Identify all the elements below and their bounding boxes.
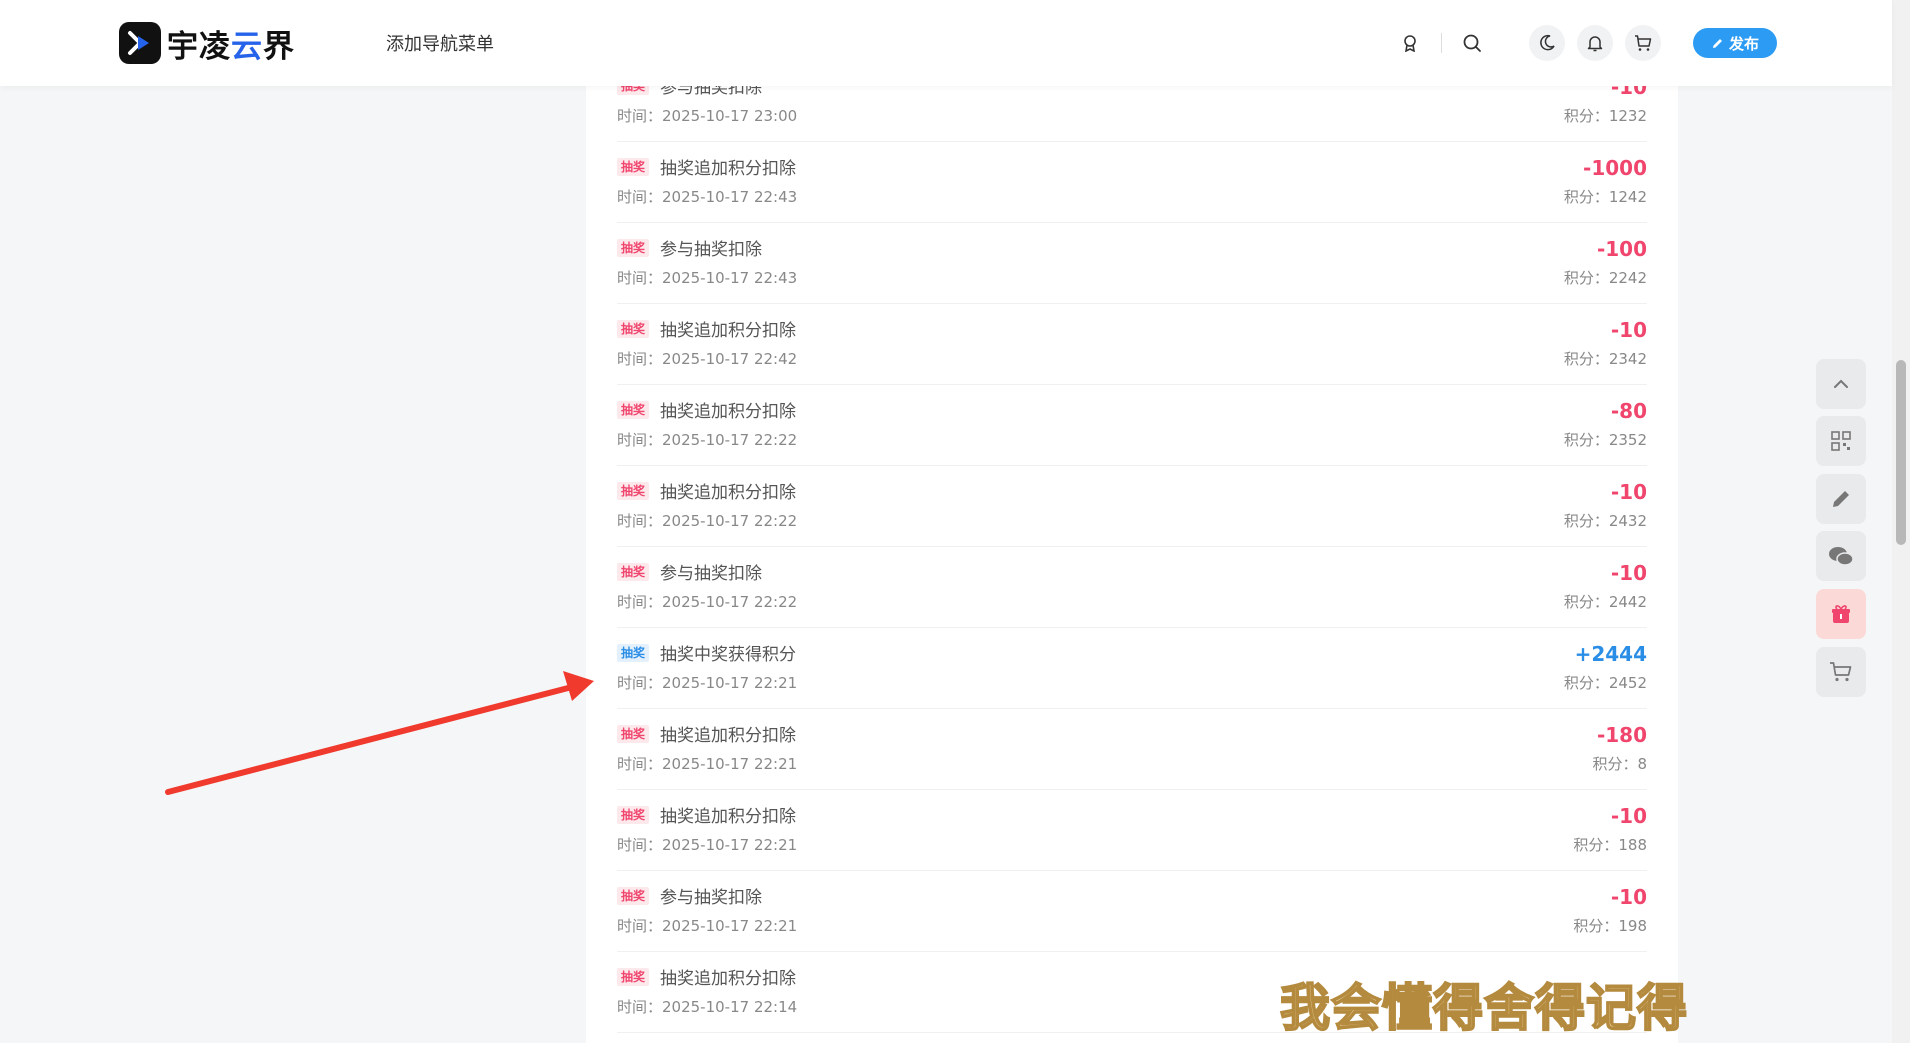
logo-mark-icon <box>119 22 161 64</box>
record-row: 抽奖 抽奖追加积分扣除时间：2025-10-17 22:43 -1000 积分：124… <box>617 142 1647 223</box>
record-time: 时间：2025-10-17 22:21 <box>617 917 798 935</box>
record-row: 抽奖 参与抽奖扣除时间：2025-10-17 22:43 -100 积分：2242 <box>617 223 1647 304</box>
record-balance: 积分：1242 <box>1563 188 1647 206</box>
record-time: 时间：2025-10-17 22:42 <box>617 350 798 368</box>
record-balance: 积分：2352 <box>1563 431 1647 449</box>
record-title: 抽奖追加积分扣除 <box>660 159 796 179</box>
publish-button[interactable]: 发布 <box>1693 28 1777 58</box>
dark-mode-icon[interactable] <box>1529 25 1565 61</box>
record-tag: 抽奖 <box>617 563 650 581</box>
medal-icon[interactable] <box>1392 25 1428 61</box>
pencil-icon <box>1833 491 1849 507</box>
record-time: 时间：2025-10-17 22:43 <box>617 269 798 287</box>
record-title: 参与抽奖扣除 <box>660 240 762 260</box>
record-title: 抽奖追加积分扣除 <box>660 402 796 422</box>
record-amount: -100 <box>1596 237 1647 261</box>
header-divider <box>1441 33 1442 53</box>
record-tag: 抽奖 <box>617 320 650 338</box>
record-tag: 抽奖 <box>617 725 650 743</box>
record-tag: 抽奖 <box>617 239 650 257</box>
search-icon[interactable] <box>1454 25 1490 61</box>
record-time: 时间：2025-10-17 22:22 <box>617 593 798 611</box>
record-row: 抽奖 抽奖追加积分扣除时间：2025-10-17 22:21 -180 积分：8 <box>617 709 1647 790</box>
points-record-panel: 抽奖 参与抽奖扣除 时间：2025-10-17 23:00 -10 积分：1232 抽奖抽… <box>586 0 1678 1043</box>
nav-add-menu[interactable]: 添加导航菜单 <box>386 30 494 56</box>
record-balance: 积分：1232 <box>1563 107 1647 125</box>
record-time: 时间：2025-10-17 22:14 <box>617 998 798 1016</box>
record-tag: 抽奖 <box>617 806 650 824</box>
record-title: 抽奖追加积分扣除 <box>660 321 796 341</box>
record-tag: 抽奖 <box>617 968 650 986</box>
cart-button[interactable] <box>1816 647 1866 697</box>
record-amount: +2444 <box>1574 642 1647 666</box>
record-row: 抽奖 抽奖追加积分扣除时间：2025-10-17 22:42 -10 积分：2342 <box>617 304 1647 385</box>
record-amount: -180 <box>1596 723 1647 747</box>
top-header: 宇凌云界 添加导航菜单 发布 <box>0 0 1892 86</box>
record-balance: 积分：188 <box>1573 836 1647 854</box>
record-balance: 积分：198 <box>1573 917 1647 935</box>
back-to-top-icon <box>1834 379 1848 388</box>
record-row: 抽奖 参与抽奖扣除时间：2025-10-17 22:21 -10 积分：198 <box>617 871 1647 952</box>
cart-icon[interactable] <box>1625 25 1661 61</box>
record-row: 抽奖 抽奖追加积分扣除时间：2025-10-17 22:22 -80 积分：2352 <box>617 385 1647 466</box>
record-title: 抽奖追加积分扣除 <box>660 726 796 746</box>
gift-icon <box>1832 605 1850 623</box>
record-tag: 抽奖 <box>617 401 650 419</box>
back-to-top-button[interactable] <box>1816 359 1866 409</box>
record-amount: -10 <box>1610 480 1647 504</box>
record-time: 时间：2025-10-17 22:22 <box>617 431 798 449</box>
site-logo[interactable]: 宇凌云界 <box>119 21 295 65</box>
record-time: 时间：2025-10-17 22:21 <box>617 836 798 854</box>
record-amount: -80 <box>1610 399 1647 423</box>
record-amount: -10 <box>1610 885 1647 909</box>
pencil-icon <box>1712 38 1722 48</box>
record-title: 抽奖追加积分扣除 <box>660 969 796 989</box>
record-balance: 积分：8 <box>1592 755 1647 773</box>
record-tag: 抽奖 <box>617 887 650 905</box>
record-row: 抽奖 抽奖中奖获得积分时间：2025-10-17 22:21 +2444 积分：245… <box>617 628 1647 709</box>
record-title: 抽奖追加积分扣除 <box>660 483 796 503</box>
record-title: 抽奖追加积分扣除 <box>660 807 796 827</box>
record-balance: 积分：2432 <box>1563 512 1647 530</box>
write-button[interactable] <box>1816 474 1866 524</box>
record-row: 抽奖 抽奖追加积分扣除时间：2025-10-17 22:21 -10 积分：188 <box>617 790 1647 871</box>
record-balance: 积分：2442 <box>1563 593 1647 611</box>
record-title: 参与抽奖扣除 <box>660 888 762 908</box>
bell-icon[interactable] <box>1577 25 1613 61</box>
scrollbar-thumb[interactable] <box>1896 360 1906 545</box>
record-time: 时间：2025-10-17 22:43 <box>617 188 798 206</box>
record-balance: 积分：2342 <box>1563 350 1647 368</box>
record-balance: 积分：2452 <box>1563 674 1647 692</box>
gift-button[interactable] <box>1816 589 1866 639</box>
cart-icon <box>1830 662 1852 682</box>
record-time: 时间：2025-10-17 22:21 <box>617 755 798 773</box>
watermark-text: 我会懂得舍得记得 <box>1279 978 1688 1038</box>
record-tag: 抽奖 <box>617 158 650 176</box>
record-title: 参与抽奖扣除 <box>660 564 762 584</box>
logo-text: 宇凌云界 <box>167 28 295 65</box>
record-title: 抽奖中奖获得积分 <box>660 645 796 665</box>
record-row: 抽奖 参与抽奖扣除时间：2025-10-17 22:22 -10 积分：2442 <box>617 547 1647 628</box>
record-tag: 抽奖 <box>617 644 650 662</box>
qrcode-button[interactable] <box>1816 416 1866 466</box>
record-amount: -10 <box>1610 804 1647 828</box>
record-tag: 抽奖 <box>617 482 650 500</box>
record-amount: -10 <box>1610 561 1647 585</box>
record-row: 抽奖 抽奖追加积分扣除时间：2025-10-17 22:22 -10 积分：2432 <box>617 466 1647 547</box>
record-time: 时间：2025-10-17 22:22 <box>617 512 798 530</box>
wechat-icon <box>1829 547 1854 566</box>
record-time: 时间：2025-10-17 22:21 <box>617 674 798 692</box>
wechat-button[interactable] <box>1816 531 1866 581</box>
record-balance: 积分：2242 <box>1563 269 1647 287</box>
qrcode-icon <box>1831 431 1851 451</box>
record-amount: -1000 <box>1583 156 1647 180</box>
record-amount: -10 <box>1610 318 1647 342</box>
record-time: 时间：2025-10-17 23:00 <box>617 107 798 125</box>
